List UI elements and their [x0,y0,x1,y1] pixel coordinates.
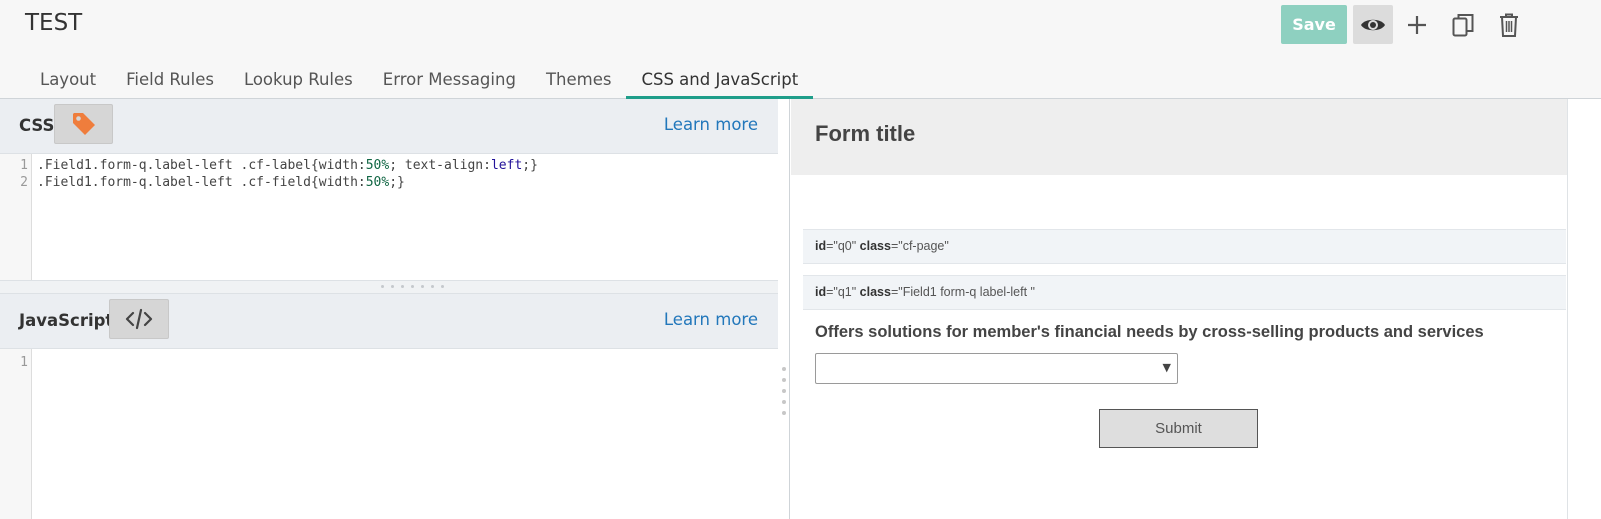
trash-icon [1500,13,1518,37]
debug-class-key: class [859,239,891,253]
app-title: TEST [25,10,83,36]
tab-layout[interactable]: Layout [25,64,111,99]
tab-error-messaging[interactable]: Error Messaging [368,64,531,99]
debug-id-value: ="q1" [826,285,857,299]
field-debug-bar: id="q1" class="Field1 form-q label-left … [803,275,1566,310]
css-code-line-2: .Field1.form-q.label-left .cf-field{widt… [37,175,405,190]
pane-splitter[interactable] [0,280,778,294]
js-code-editor[interactable]: 1 [0,349,778,519]
line-number: 1 [20,355,28,370]
line-number: 2 [20,175,28,190]
css-code-editor[interactable]: 1 2 .Field1.form-q.label-left .cf-label{… [0,154,778,280]
form-header: Form title [791,99,1567,175]
header: TEST Save Layout Field Rules Lookup Rule… [0,0,1601,99]
tab-themes[interactable]: Themes [531,64,627,99]
css-snippet-button[interactable] [54,104,113,144]
debug-id-key: id [815,285,827,299]
delete-button[interactable] [1491,5,1527,44]
toolbar: Save [1281,5,1601,45]
add-button[interactable] [1399,5,1435,44]
copy-icon [1452,13,1474,36]
css-gutter: 1 2 [0,154,32,280]
debug-id-value: ="q0" [826,239,857,253]
tab-field-rules[interactable]: Field Rules [111,64,229,99]
tag-icon [72,113,95,135]
line-number: 1 [20,158,28,173]
vertical-splitter[interactable] [778,99,790,519]
debug-class-value: ="cf-page" [890,239,949,253]
form-title: Form title [815,121,916,146]
copy-button[interactable] [1445,5,1481,44]
vertical-splitter-grip [782,367,786,415]
debug-class-key: class [859,285,891,299]
css-learn-more-link[interactable]: Learn more [664,115,758,134]
submit-button[interactable]: Submit [1099,409,1258,448]
editor-panel: CSS Learn more 1 2 .Field1.form-q.label-… [0,99,778,519]
debug-id-key: id [815,239,827,253]
plus-icon [1408,15,1426,34]
preview-scrollbar[interactable] [1567,99,1601,519]
js-snippet-button[interactable] [109,299,169,339]
question-label: Offers solutions for member's financial … [815,323,1484,341]
debug-class-value: ="Field1 form-q label-left " [890,285,1035,299]
css-label: CSS [19,116,55,135]
preview-button[interactable] [1353,5,1393,44]
js-gutter: 1 [0,349,32,519]
page-debug-bar: id="q0" class="cf-page" [803,229,1566,264]
tab-lookup-rules[interactable]: Lookup Rules [229,64,368,99]
css-pane-header: CSS Learn more [0,99,778,154]
tab-css-and-javascript[interactable]: CSS and JavaScript [626,64,814,99]
splitter-grip [380,285,444,289]
tab-bar: Layout Field Rules Lookup Rules Error Me… [25,64,814,99]
code-icon [125,308,153,330]
javascript-label: JavaScript [19,311,114,330]
answer-select[interactable]: ▼ [815,353,1178,384]
chevron-down-icon: ▼ [1162,361,1171,374]
js-pane-header: JavaScript Learn more [0,294,778,349]
js-learn-more-link[interactable]: Learn more [664,310,758,329]
css-code-line-1: .Field1.form-q.label-left .cf-label{widt… [37,158,538,173]
save-button[interactable]: Save [1281,5,1347,44]
eye-icon [1361,19,1385,30]
form-preview: Form title id="q0" class="cf-page" id="q… [791,99,1567,519]
